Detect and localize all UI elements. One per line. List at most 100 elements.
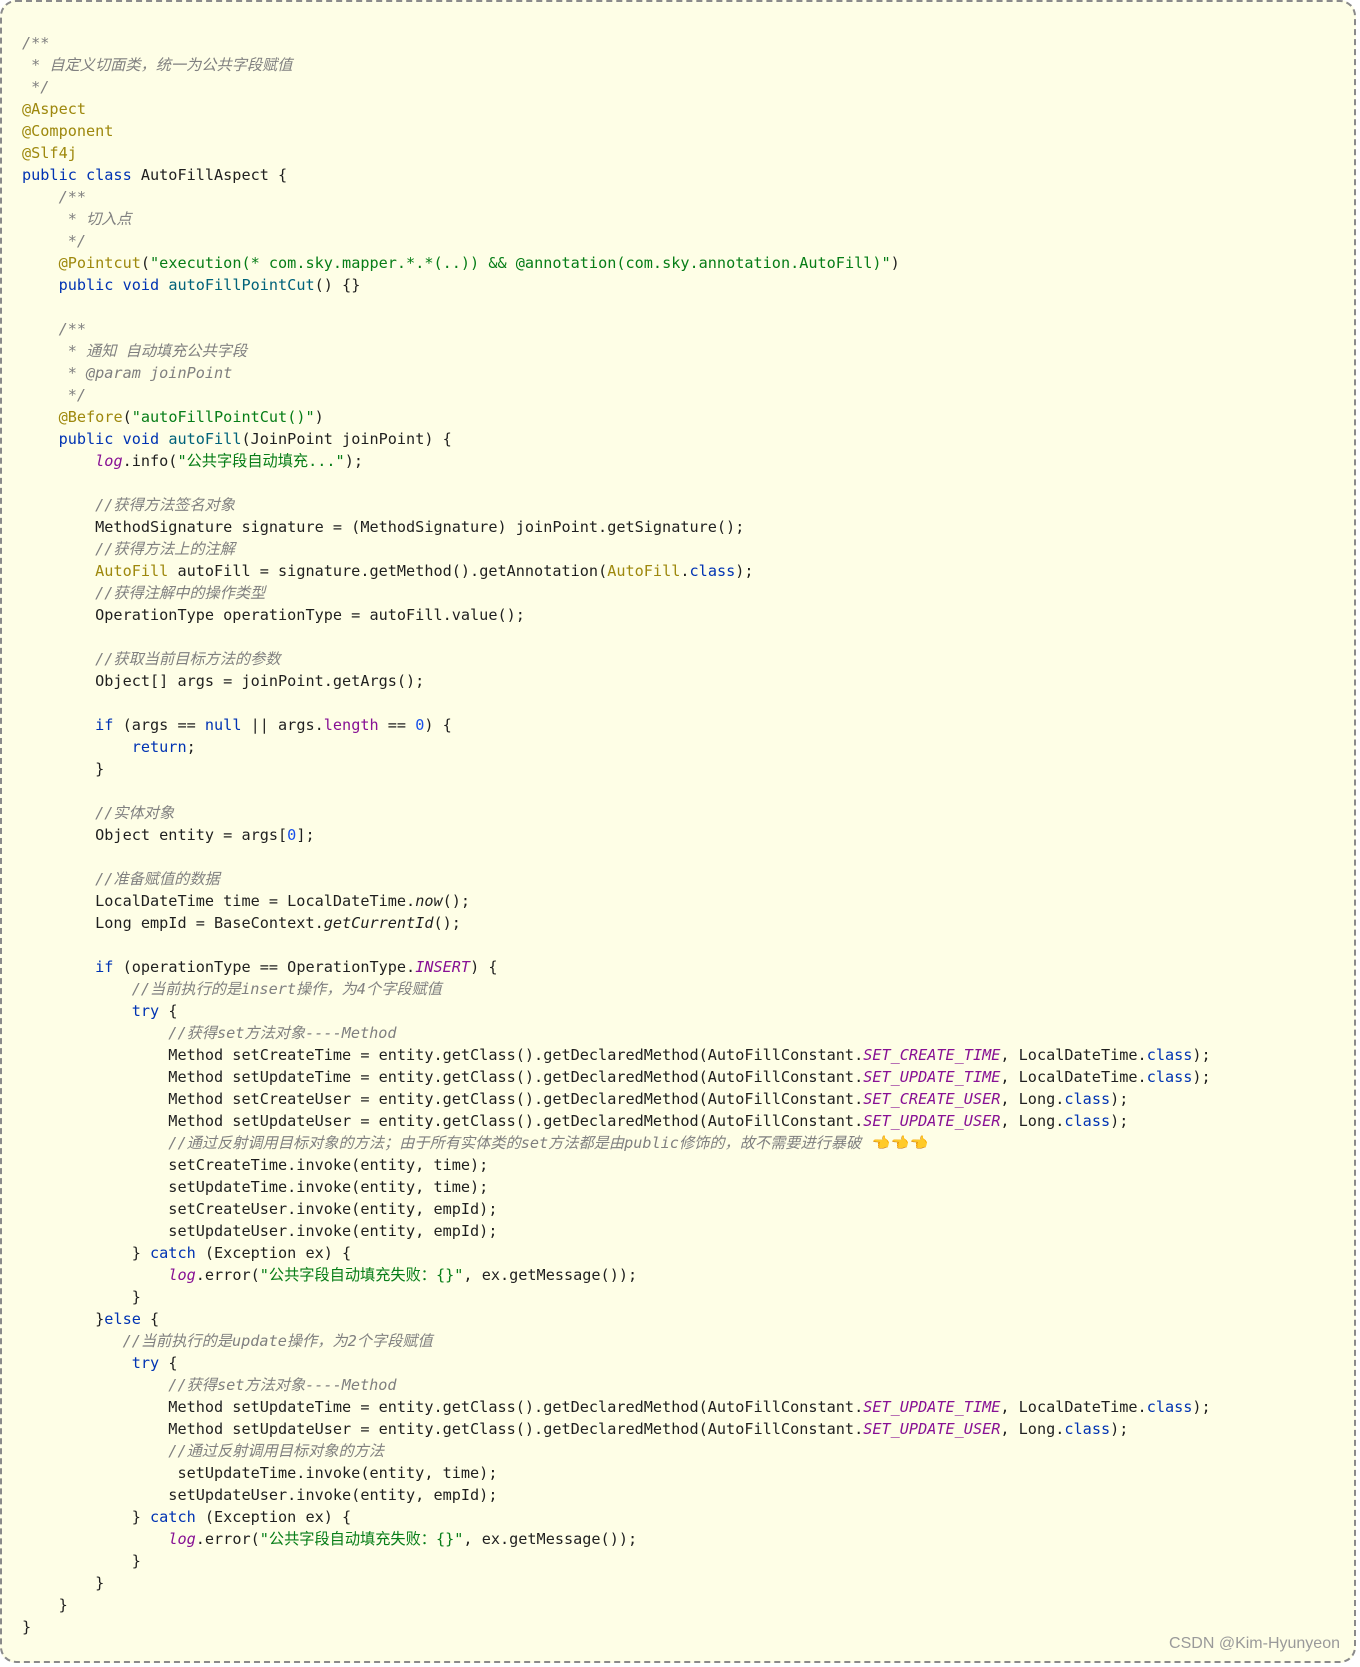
code-line: public void autoFill(JoinPoint joinPoint… (22, 428, 1211, 450)
code-text: .error( (195, 1266, 260, 1284)
code-line: //当前执行的是update操作，为2个字段赋值 (22, 1330, 1211, 1352)
code-static-field: SET_CREATE_USER (863, 1090, 1001, 1108)
code-line: @Pointcut("execution(* com.sky.mapper.*.… (22, 252, 1211, 274)
code-text: Object[] args = joinPoint.getArgs(); (22, 672, 425, 690)
code-line: @Before("autoFillPointCut()") (22, 406, 1211, 428)
code-line: log.info("公共字段自动填充..."); (22, 450, 1211, 472)
code-text: } (22, 1244, 151, 1262)
code-text: ) { (470, 958, 498, 976)
code-string: "autoFillPointCut()" (131, 408, 315, 426)
code-text: . (680, 562, 690, 580)
code-text: ); (1192, 1398, 1211, 1416)
code-line: setUpdateTime.invoke(entity, time); (22, 1176, 1211, 1198)
code-comment: //实体对象 (22, 804, 175, 822)
code-text: (Exception ex) { (195, 1244, 352, 1262)
code-text: == (378, 716, 416, 734)
code-line: log.error("公共字段自动填充失败：{}", ex.getMessage… (22, 1528, 1211, 1550)
code-line: //获取当前目标方法的参数 (22, 648, 1211, 670)
code-line: } (22, 1572, 1211, 1594)
code-static-call: now (415, 892, 443, 910)
code-keyword: class (1146, 1398, 1193, 1416)
code-text: ]; (296, 826, 315, 844)
code-comment: * 通知 自动填充公共字段 (22, 342, 248, 360)
code-text: Long empId = BaseContext. (22, 914, 324, 932)
code-line: Method setCreateTime = entity.getClass()… (22, 1044, 1210, 1066)
code-text: } (22, 1508, 151, 1526)
code-static-field: SET_UPDATE_TIME (863, 1068, 1001, 1086)
code-number: 0 (415, 716, 425, 734)
code-comment: /** (22, 320, 87, 338)
code-line: } (22, 758, 1211, 780)
code-text: ); (1110, 1112, 1129, 1130)
code-text: ) { (424, 716, 452, 734)
code-text: Method setUpdateUser = entity.getClass()… (22, 1420, 864, 1438)
code-static-field: SET_UPDATE_TIME (863, 1398, 1001, 1416)
code-line: Long empId = BaseContext.getCurrentId(); (22, 912, 1211, 934)
code-text: Object entity = args[ (22, 826, 288, 844)
code-text: } (22, 760, 105, 778)
code-comment: //获得set方法对象----Method (22, 1376, 397, 1394)
code-text: (JoinPoint joinPoint) { (241, 430, 452, 448)
code-line: Method setCreateUser = entity.getClass()… (22, 1088, 1211, 1110)
code-text: , LocalDateTime. (1000, 1046, 1147, 1064)
code-line: } (22, 1286, 1211, 1308)
code-text: { (159, 1002, 178, 1020)
code-text: } (22, 1288, 141, 1306)
code-comment: */ (22, 232, 87, 250)
code-line: return; (22, 736, 1211, 758)
code-text: ( (140, 254, 151, 272)
code-string: "公共字段自动填充失败：{}" (259, 1266, 464, 1284)
code-text: (Exception ex) { (195, 1508, 352, 1526)
code-keyword: if (95, 716, 114, 734)
code-text: , Long. (1000, 1090, 1065, 1108)
code-method-name: autoFillPointCut (168, 276, 315, 294)
code-line: if (args == null || args.length == 0) { (22, 714, 1211, 736)
code-text: .info( (122, 452, 178, 470)
code-text: ); (344, 452, 363, 470)
code-keyword: class (1064, 1112, 1111, 1130)
code-text: Method setUpdateTime = entity.getClass()… (22, 1398, 864, 1416)
code-line: Object entity = args[0]; (22, 824, 1211, 846)
code-keyword: try (131, 1002, 160, 1020)
code-line: Method setUpdateUser = entity.getClass()… (22, 1418, 1211, 1440)
code-line: /** (22, 186, 1211, 208)
code-comment: * 切入点 (22, 210, 132, 228)
code-line: */ (22, 230, 1211, 252)
code-line: @Component (22, 120, 1211, 142)
code-line: } (22, 1594, 1211, 1616)
code-text: OperationType operationType = autoFill.v… (22, 606, 525, 624)
code-static-field: log (95, 452, 123, 470)
code-line: //获得set方法对象----Method (22, 1374, 1211, 1396)
code-comment: */ (22, 386, 87, 404)
code-text: } (22, 1552, 141, 1570)
code-line: @Aspect (22, 98, 1211, 120)
code-annotation: AutoFill (95, 562, 169, 580)
code-keyword: try (131, 1354, 160, 1372)
code-text: , LocalDateTime. (1000, 1398, 1147, 1416)
code-line: public class AutoFillAspect { (22, 164, 1211, 186)
code-comment: //获得方法上的注解 (22, 540, 235, 558)
code-text: .error( (195, 1530, 260, 1548)
code-field: length (323, 716, 379, 734)
code-line: //获得set方法对象----Method (22, 1022, 1211, 1044)
code-text: ) (890, 254, 900, 272)
code-comment: //获得注解中的操作类型 (22, 584, 266, 602)
code-text: setUpdateTime.invoke(entity, time); (22, 1464, 498, 1482)
code-line: //通过反射调用目标对象的方法 (22, 1440, 1211, 1462)
code-static-field: log (168, 1530, 196, 1548)
code-line: setUpdateUser.invoke(entity, empId); (22, 1220, 1211, 1242)
code-text: ); (735, 562, 754, 580)
code-text: } (22, 1574, 105, 1592)
code-comment: * 自定义切面类，统一为公共字段赋值 (22, 56, 293, 74)
code-comment: /** (22, 188, 87, 206)
code-annotation: @Component (22, 122, 114, 140)
